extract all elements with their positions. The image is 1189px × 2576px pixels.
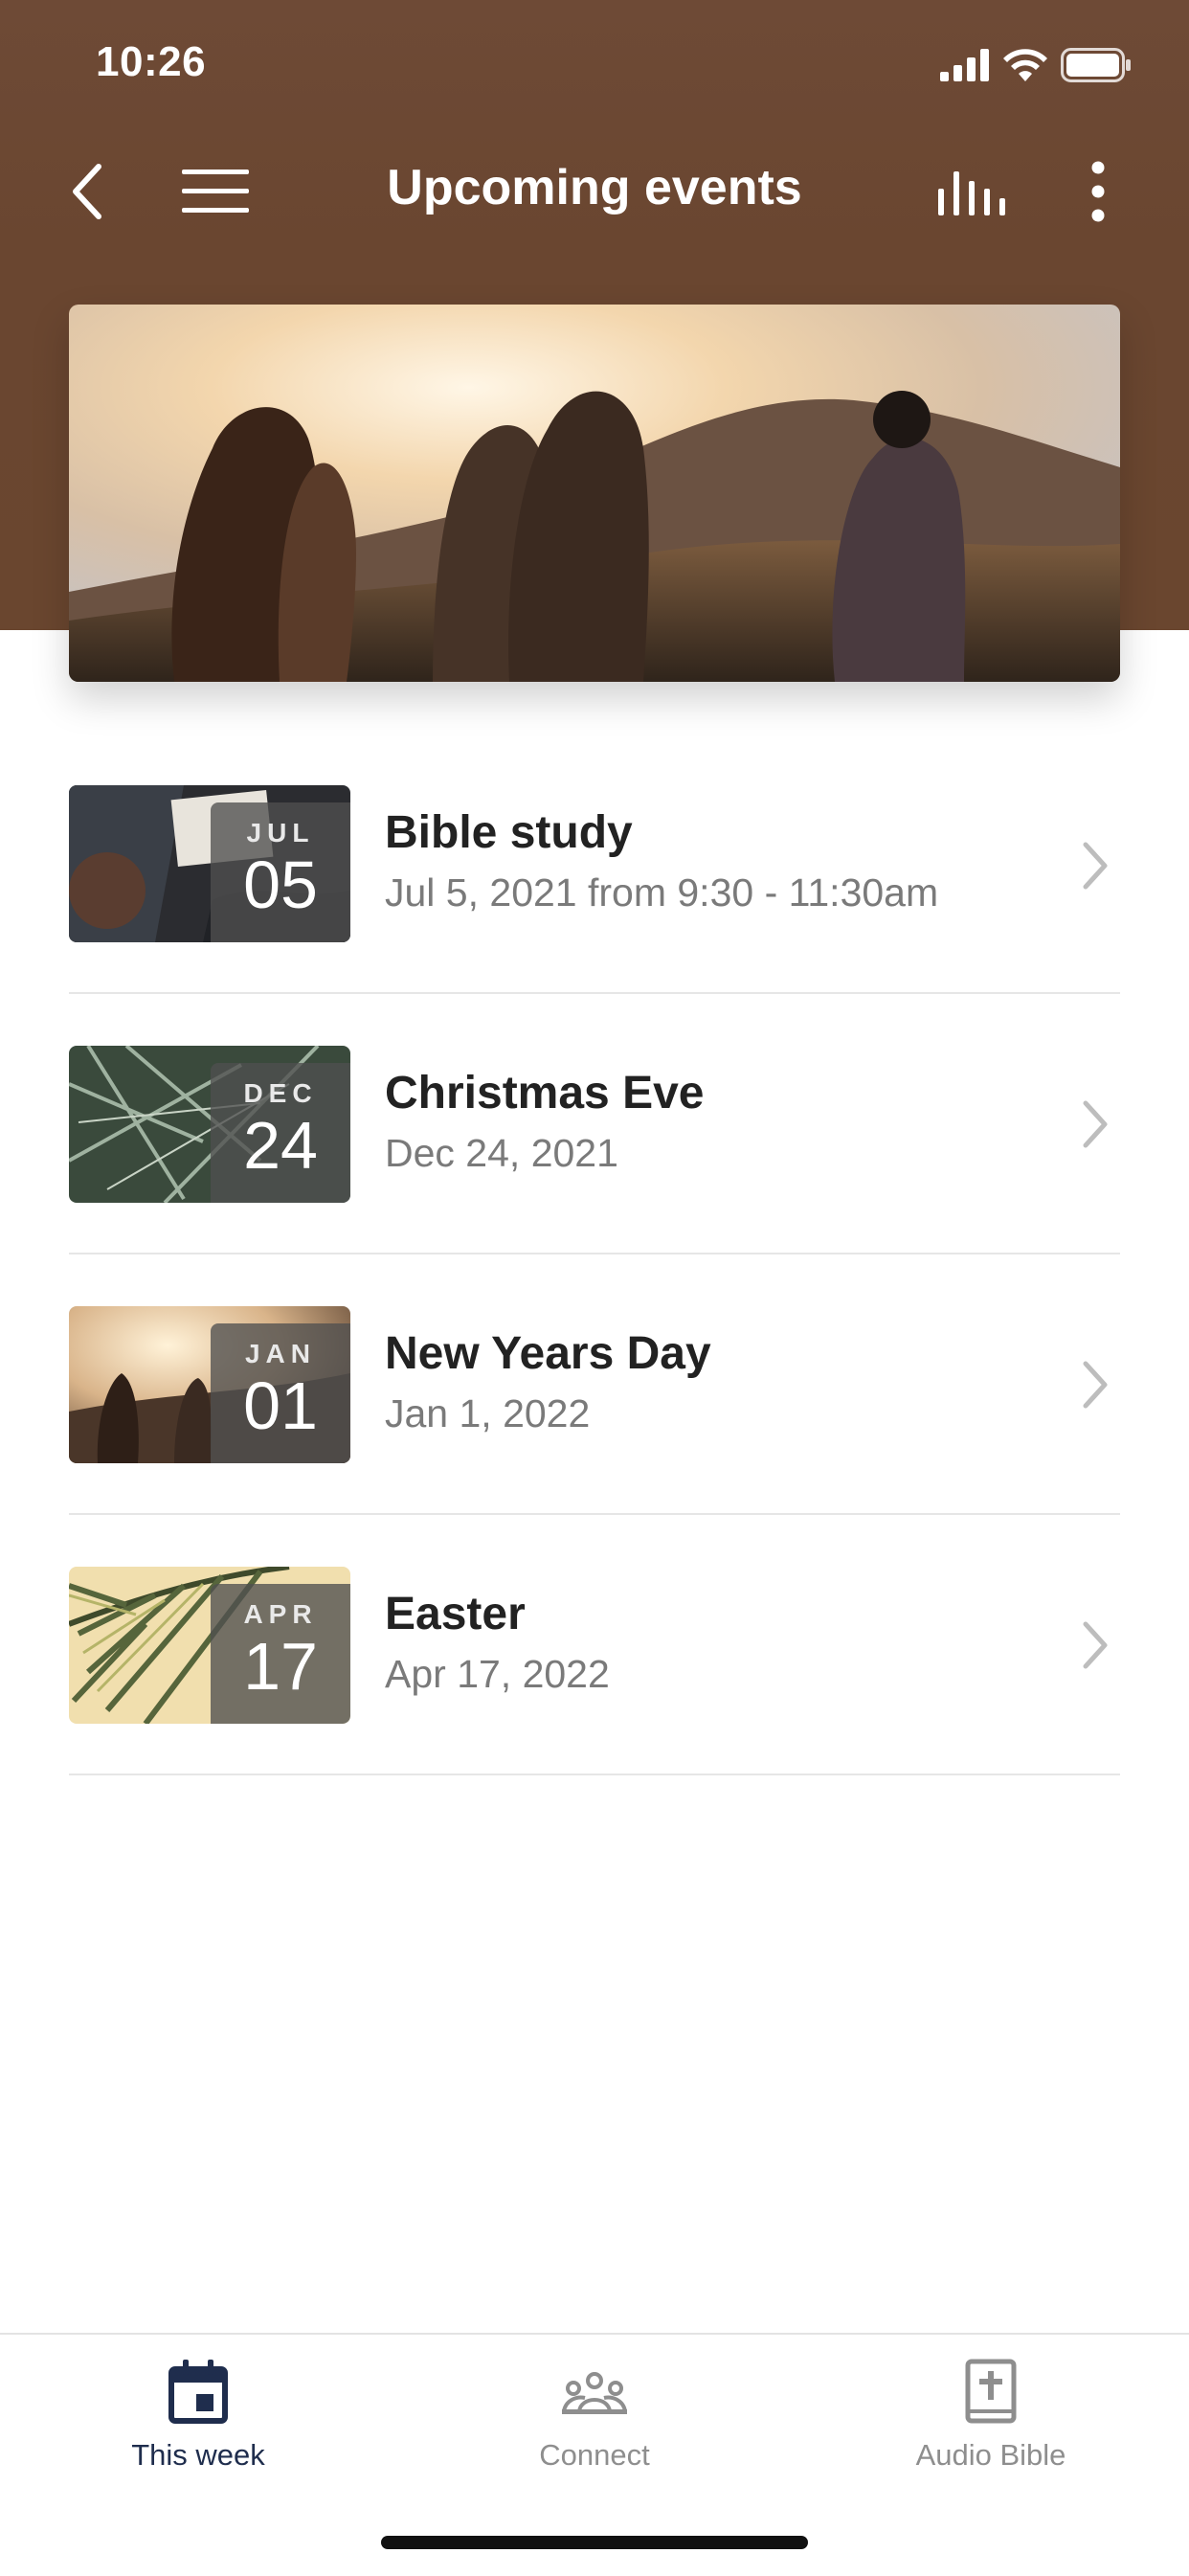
event-text: New Years Day Jan 1, 2022 (385, 1327, 711, 1436)
status-bar: 10:26 (0, 0, 1189, 126)
date-day: 05 (243, 847, 318, 922)
date-day: 17 (243, 1629, 318, 1704)
tab-label: Audio Bible (915, 2438, 1066, 2472)
status-time: 10:26 (96, 38, 207, 85)
tab-this-week[interactable]: This week (0, 2335, 396, 2507)
event-date: Jul 5, 2021 from 9:30 - 11:30am (385, 870, 939, 915)
event-thumbnail: JUL 05 (69, 785, 350, 942)
event-row-easter[interactable]: APR 17 Easter Apr 17, 2022 (69, 1515, 1120, 1775)
event-title: Easter (385, 1589, 526, 1639)
group-icon (562, 2372, 627, 2414)
event-title: Bible study (385, 807, 633, 858)
tab-connect[interactable]: Connect (396, 2335, 793, 2507)
hero-photo (69, 305, 1120, 682)
stats-button[interactable] (929, 153, 1015, 230)
date-month: APR (243, 1599, 318, 1629)
date-badge: JAN 01 (211, 1323, 350, 1463)
signal-icon (940, 49, 989, 81)
home-indicator (381, 2536, 808, 2549)
date-day: 24 (243, 1108, 318, 1183)
tab-label: This week (131, 2438, 265, 2472)
event-thumbnail: DEC 24 (69, 1046, 350, 1203)
chevron-right-icon (1083, 1100, 1108, 1148)
hero-image (69, 305, 1120, 682)
event-text: Easter Apr 17, 2022 (385, 1588, 610, 1697)
wifi-icon (1003, 49, 1047, 81)
app-bar: Upcoming events (0, 134, 1189, 249)
bar-chart-icon (938, 171, 1005, 215)
chevron-right-icon (1083, 1621, 1108, 1669)
chevron-right-icon (1083, 1361, 1108, 1409)
date-badge: DEC 24 (211, 1063, 350, 1203)
event-row-bible-study[interactable]: JUL 05 Bible study Jul 5, 2021 from 9:30… (69, 785, 1120, 994)
events-list: JUL 05 Bible study Jul 5, 2021 from 9:30… (69, 785, 1120, 1775)
event-row-new-years-day[interactable]: JAN 01 New Years Day Jan 1, 2022 (69, 1254, 1120, 1515)
event-date: Jan 1, 2022 (385, 1391, 591, 1435)
date-badge: JUL 05 (211, 802, 350, 942)
tab-label: Connect (539, 2438, 650, 2472)
bible-icon (965, 2359, 1017, 2424)
date-month: JAN (244, 1339, 316, 1368)
date-month: DEC (243, 1078, 318, 1108)
tab-audio-bible[interactable]: Audio Bible (793, 2335, 1189, 2507)
event-row-christmas-eve[interactable]: DEC 24 Christmas Eve Dec 24, 2021 (69, 994, 1120, 1254)
event-thumbnail: JAN 01 (69, 1306, 350, 1463)
chevron-right-icon (1083, 842, 1108, 890)
event-text: Christmas Eve Dec 24, 2021 (385, 1067, 705, 1176)
status-icons (940, 48, 1132, 82)
event-date: Dec 24, 2021 (385, 1131, 618, 1175)
event-date: Apr 17, 2022 (385, 1652, 610, 1696)
more-button[interactable] (1055, 153, 1141, 230)
event-title: Christmas Eve (385, 1068, 705, 1119)
event-title: New Years Day (385, 1328, 711, 1379)
date-day: 01 (243, 1368, 318, 1443)
more-vertical-icon (1091, 161, 1105, 222)
date-month: JUL (246, 818, 315, 847)
date-badge: APR 17 (211, 1584, 350, 1724)
event-thumbnail: APR 17 (69, 1567, 350, 1724)
event-text: Bible study Jul 5, 2021 from 9:30 - 11:3… (385, 806, 938, 915)
calendar-icon (168, 2360, 228, 2424)
battery-icon (1061, 48, 1131, 82)
